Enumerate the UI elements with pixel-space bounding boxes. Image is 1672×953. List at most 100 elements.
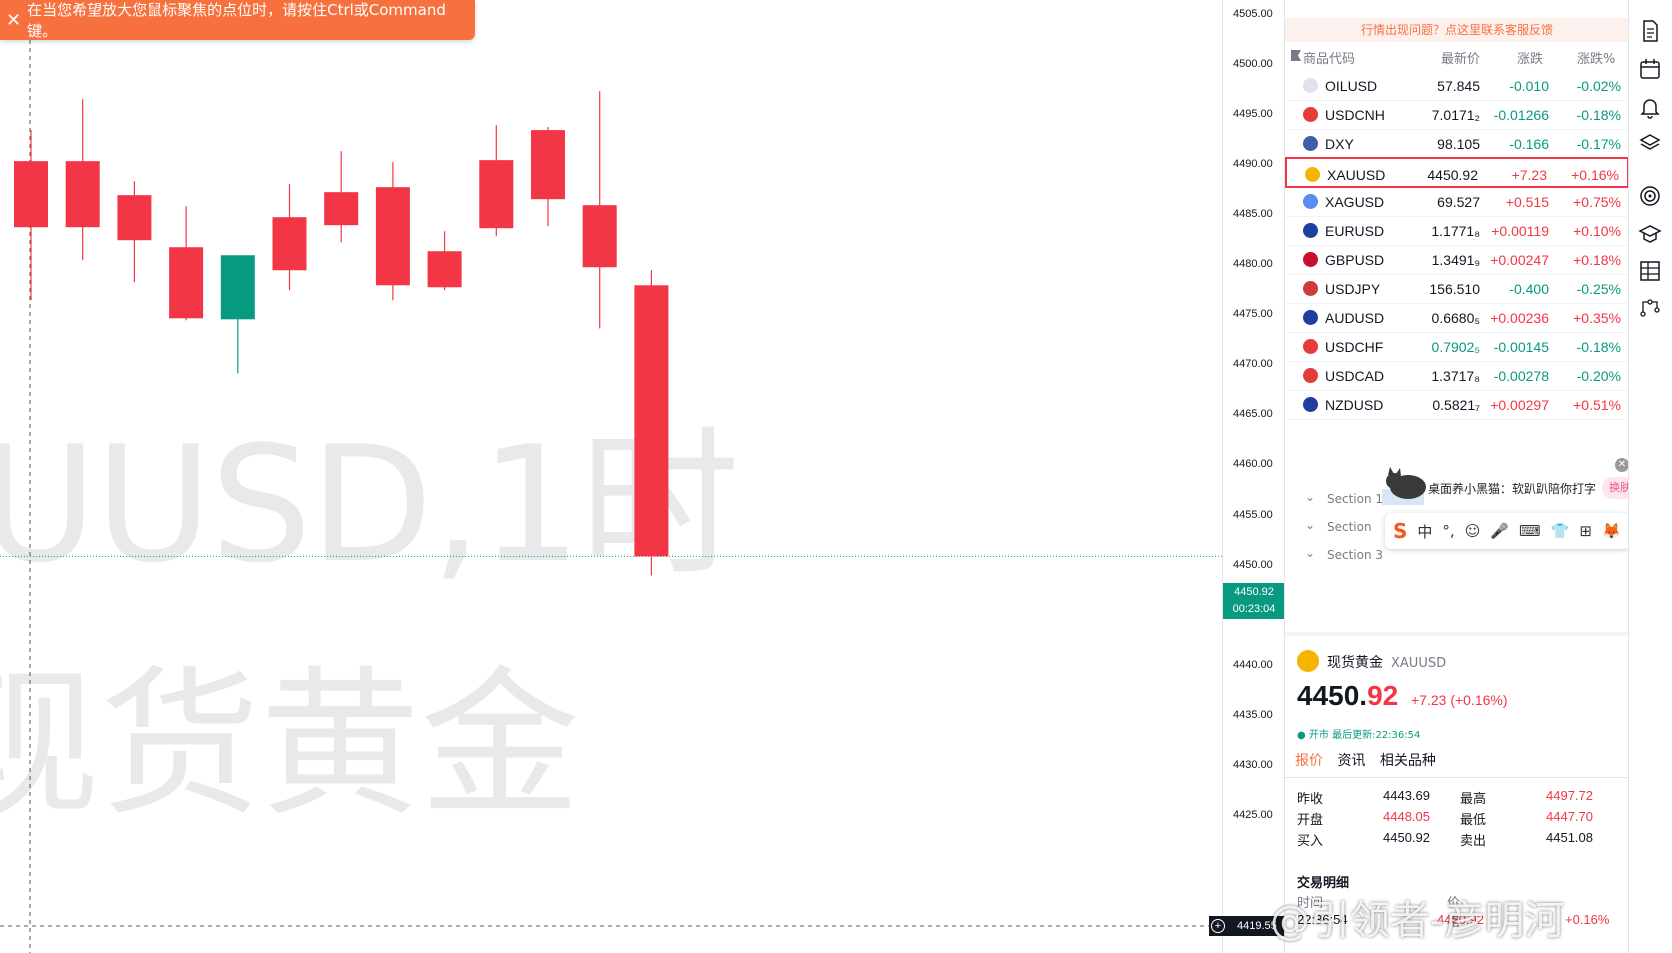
watchlist-header: 商品代码 最新价 涨跌 涨跌% bbox=[1285, 44, 1629, 68]
document-icon[interactable] bbox=[1637, 18, 1663, 44]
emoji-icon[interactable]: ☺ bbox=[1465, 522, 1481, 540]
row-last: 69.527 bbox=[1437, 194, 1480, 210]
row-last: 0.7902₅ bbox=[1431, 339, 1480, 355]
stat-value: 4451.08 bbox=[1546, 830, 1593, 845]
row-change: -0.166 bbox=[1509, 136, 1549, 152]
row-change: +7.23 bbox=[1511, 167, 1547, 183]
symbol-flag-icon bbox=[1303, 397, 1318, 412]
watchlist-panel: 行情出现问题？点这里联系客服反馈 商品代码 最新价 涨跌 涨跌% OILUSD 5… bbox=[1284, 0, 1638, 953]
symbol-flag-icon bbox=[1303, 78, 1318, 93]
tab-news[interactable]: 资讯 bbox=[1337, 753, 1365, 769]
row-symbol: XAUUSD bbox=[1327, 167, 1386, 183]
row-change: -0.400 bbox=[1509, 281, 1549, 297]
market-status: ● 开市 最后更新:22:36:54 bbox=[1297, 730, 1421, 741]
watchlist-row[interactable]: XAUUSD 4450.92 +7.23 +0.16% bbox=[1285, 157, 1629, 188]
watchlist-row[interactable]: NZDUSD 0.5821₇ +0.00297 +0.51% bbox=[1285, 389, 1629, 420]
right-toolbar bbox=[1628, 0, 1672, 953]
row-symbol: USDCNH bbox=[1325, 107, 1385, 123]
sogou-logo-icon[interactable]: S bbox=[1393, 519, 1407, 543]
candle[interactable] bbox=[169, 206, 204, 321]
row-last: 0.5821₇ bbox=[1432, 397, 1480, 413]
candle[interactable] bbox=[324, 151, 359, 243]
stat-label: 最低 bbox=[1460, 812, 1487, 827]
watchlist-row[interactable]: GBPUSD 1.3491₉ +0.00247 +0.18% bbox=[1285, 244, 1629, 275]
target-icon[interactable] bbox=[1637, 183, 1663, 209]
header-pct[interactable]: 涨跌% bbox=[1577, 48, 1615, 67]
stat-label: 买入 bbox=[1297, 833, 1324, 848]
watchlist-row[interactable]: USDCNH 7.0171₂ -0.01266 -0.18% bbox=[1285, 99, 1629, 130]
candle-body bbox=[14, 161, 48, 228]
price-tick-label: 4485.00 bbox=[1233, 208, 1273, 221]
punctuation-icon[interactable]: °, bbox=[1442, 522, 1454, 540]
candle[interactable] bbox=[220, 255, 255, 374]
watchlist-row[interactable]: EURUSD 1.1771₈ +0.00119 +0.10% bbox=[1285, 215, 1629, 246]
detail-title: 现货黄金 XAUUSD bbox=[1327, 652, 1446, 672]
candle[interactable] bbox=[375, 162, 410, 301]
symbol-flag-icon bbox=[1303, 281, 1318, 296]
tab-quote[interactable]: 报价 bbox=[1295, 753, 1323, 769]
microphone-icon[interactable]: 🎤 bbox=[1490, 522, 1509, 540]
price-tick-label: 4430.00 bbox=[1233, 758, 1273, 771]
ime-toolbar: S 中 °, ☺ 🎤 ⌨ 👕 ⊞ 🦊 bbox=[1385, 513, 1630, 549]
candle[interactable] bbox=[427, 231, 462, 291]
close-icon[interactable]: ✕ bbox=[6, 10, 21, 31]
price-axis[interactable]: 4505.00 4500.00 4495.00 4490.00 4485.00 4480.… bbox=[1209, 0, 1285, 953]
watchlist-row[interactable]: DXY 98.105 -0.166 -0.17% bbox=[1285, 128, 1629, 159]
watchlist-row[interactable]: USDCAD 1.3717₈ -0.00278 -0.20% bbox=[1285, 360, 1629, 391]
candle[interactable] bbox=[65, 99, 100, 261]
flag-icon[interactable] bbox=[1291, 50, 1301, 61]
layers-icon[interactable] bbox=[1637, 130, 1663, 156]
watchlist-row[interactable]: USDJPY 156.510 -0.400 -0.25% bbox=[1285, 273, 1629, 304]
candle[interactable] bbox=[531, 127, 565, 227]
detail-tabs: 报价 资讯 相关品种 bbox=[1295, 750, 1446, 770]
row-change: +0.00297 bbox=[1490, 397, 1549, 413]
ime-skin-popup[interactable]: 桌面养小黑猫：软趴趴陪你打字 换肤 bbox=[1380, 463, 1638, 507]
row-symbol: USDCHF bbox=[1325, 339, 1384, 355]
candle[interactable] bbox=[582, 91, 617, 329]
price-tick-label: 4480.00 bbox=[1233, 258, 1273, 271]
candle-body bbox=[634, 285, 669, 557]
price-tick-label: 4435.00 bbox=[1233, 708, 1273, 721]
education-icon[interactable] bbox=[1637, 221, 1663, 247]
keyboard-icon[interactable]: ⌨ bbox=[1519, 522, 1541, 540]
header-symbol[interactable]: 商品代码 bbox=[1303, 48, 1355, 67]
price-chart[interactable]: UUSD,1时 现货黄金 ✕ 在当您希望放大您鼠标聚焦的点位时，请按住Ctrl或… bbox=[0, 0, 1222, 953]
watchlist-row[interactable]: AUDUSD 0.6680₅ +0.00236 +0.35% bbox=[1285, 302, 1629, 333]
candle[interactable] bbox=[117, 181, 152, 283]
candle-body bbox=[117, 195, 152, 241]
row-change-pct: +0.10% bbox=[1573, 223, 1621, 239]
mascot-icon[interactable]: 🦊 bbox=[1602, 522, 1621, 540]
bell-icon[interactable] bbox=[1637, 94, 1663, 120]
calendar-icon[interactable] bbox=[1637, 56, 1663, 82]
watchlist-row[interactable]: OILUSD 57.845 -0.010 -0.02% bbox=[1285, 70, 1629, 101]
tab-related[interactable]: 相关品种 bbox=[1380, 753, 1436, 769]
watchlist-row[interactable]: USDCHF 0.7902₅ -0.00145 -0.18% bbox=[1285, 331, 1629, 362]
row-last: 1.3491₉ bbox=[1431, 252, 1480, 268]
candlestick-plot[interactable] bbox=[0, 0, 1222, 953]
row-change-pct: -0.18% bbox=[1576, 107, 1621, 123]
price-tick-label: 4490.00 bbox=[1233, 158, 1273, 171]
header-last[interactable]: 最新价 bbox=[1441, 48, 1480, 67]
price-tick-label: 4450.00 bbox=[1233, 558, 1273, 571]
close-icon[interactable]: ✕ bbox=[1615, 458, 1629, 472]
candle[interactable] bbox=[634, 270, 669, 576]
row-change-pct: +0.75% bbox=[1573, 194, 1621, 210]
stat-value: 4497.72 bbox=[1546, 788, 1593, 803]
skin-icon[interactable]: 👕 bbox=[1551, 522, 1570, 540]
ime-lang-toggle[interactable]: 中 bbox=[1417, 521, 1432, 542]
row-last: 98.105 bbox=[1437, 136, 1480, 152]
candle[interactable] bbox=[14, 130, 48, 301]
row-symbol: OILUSD bbox=[1325, 78, 1378, 94]
watchlist-row[interactable]: XAGUSD 69.527 +0.515 +0.75% bbox=[1285, 186, 1629, 217]
section-3[interactable]: ⌄ Section 3 bbox=[1305, 546, 1605, 570]
candle[interactable] bbox=[272, 184, 307, 291]
section-label: Section bbox=[1327, 520, 1372, 534]
grid-menu-icon[interactable]: ⊞ bbox=[1579, 522, 1592, 540]
feedback-link[interactable]: 行情出现问题？点这里联系客服反馈 bbox=[1285, 18, 1629, 42]
candle[interactable] bbox=[479, 125, 514, 237]
table-icon[interactable] bbox=[1637, 258, 1663, 284]
plus-icon[interactable]: + bbox=[1211, 919, 1225, 933]
flow-chart-icon[interactable] bbox=[1637, 294, 1663, 320]
symbol-flag-icon bbox=[1303, 194, 1318, 209]
header-chg[interactable]: 涨跌 bbox=[1517, 48, 1543, 67]
